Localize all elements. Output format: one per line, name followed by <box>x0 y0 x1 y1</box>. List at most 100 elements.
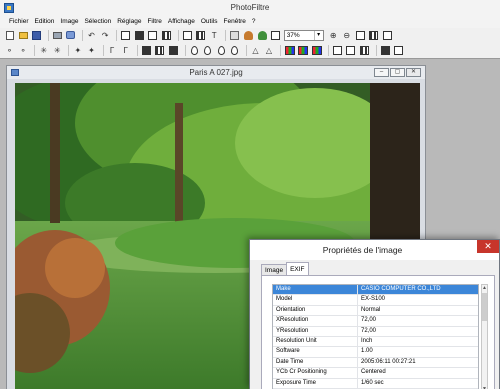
exif-key: Orientation <box>273 305 358 316</box>
fullscreen-icon[interactable] <box>382 30 393 41</box>
auto-level-icon[interactable]: ⚬ <box>4 45 15 56</box>
table-row[interactable]: Date Time 2005:06:11 00:27:21 <box>273 357 478 369</box>
table-row[interactable]: Resolution Unit Inch <box>273 336 478 348</box>
dialog-title-bar[interactable]: Propriétés de l'image ✕ <box>250 240 499 260</box>
gamma-icon[interactable] <box>141 45 152 56</box>
save-disk-icon[interactable] <box>31 30 42 41</box>
copy-icon[interactable] <box>161 30 172 41</box>
table-row[interactable]: YCb Cr Positioning Centered <box>273 368 478 379</box>
soften-icon[interactable]: △ <box>264 45 275 56</box>
table-row[interactable]: Exposure Time 1/60 sec <box>273 378 478 389</box>
exif-value: 1.00 <box>361 348 373 355</box>
resize-icon[interactable] <box>380 45 391 56</box>
menu-help[interactable]: ? <box>249 16 259 28</box>
zoom-value: 37% <box>286 31 300 39</box>
sharpen-more-icon[interactable] <box>229 45 240 56</box>
exif-value: 1/60 sec <box>361 379 384 386</box>
fill-dark-icon[interactable] <box>134 30 145 41</box>
table-row[interactable]: YResolution 72,00 <box>273 326 478 337</box>
table-row[interactable]: Orientation Normal <box>273 305 478 317</box>
automation-icon[interactable] <box>229 30 240 41</box>
canvas-size-icon[interactable] <box>393 45 404 56</box>
chevron-down-icon[interactable]: ▾ <box>313 30 323 40</box>
toolbar-separator <box>81 29 83 41</box>
menu-filtre[interactable]: Filtre <box>144 16 164 28</box>
menu-outils[interactable]: Outils <box>198 16 221 28</box>
open-folder-icon[interactable] <box>18 30 29 41</box>
redo-icon[interactable]: ↷ <box>100 30 111 41</box>
contrast-down-icon[interactable]: ✦ <box>86 45 97 56</box>
rotate-icon[interactable] <box>359 45 370 56</box>
frame-icon[interactable] <box>270 30 281 41</box>
brightness-up-icon[interactable]: ✳ <box>38 45 49 56</box>
menu-fichier[interactable]: Fichier <box>6 16 32 28</box>
text-tool-icon[interactable]: T <box>209 30 220 41</box>
filter-toolbar: ⚬ ⚬ ✳ ✳ ✦ ✦ Γ Γ △ △ <box>0 43 500 57</box>
auto-contrast-icon[interactable]: ⚬ <box>18 45 29 56</box>
menu-selection[interactable]: Sélection <box>81 16 114 28</box>
tab-image[interactable]: Image <box>261 264 288 275</box>
exif-value: 72,00 <box>361 327 377 334</box>
zoom-select[interactable]: 37% ▾ <box>283 29 324 41</box>
toolbar-separator <box>34 44 36 56</box>
menu-edition[interactable]: Edition <box>32 16 58 28</box>
exif-value: 72,00 <box>361 317 377 324</box>
document-title-bar[interactable]: Paris A 027.jpg – ▢ ✕ <box>7 66 425 79</box>
zoom-out-icon[interactable]: ⊖ <box>341 30 352 41</box>
table-row[interactable]: Make CASIO COMPUTER CO.,LTD <box>273 285 478 296</box>
flip-vertical-icon[interactable] <box>345 45 356 56</box>
menu-fenetre[interactable]: Fenêtre <box>221 16 249 28</box>
scan-icon[interactable] <box>65 30 76 41</box>
blur-more-icon[interactable] <box>202 45 213 56</box>
hue-icon[interactable] <box>298 45 309 56</box>
saturation-down-icon[interactable]: Γ <box>120 45 131 56</box>
crop-icon[interactable] <box>195 30 206 41</box>
exif-key: Resolution Unit <box>273 336 358 347</box>
color-balance-icon[interactable] <box>284 45 295 56</box>
table-row[interactable]: Model EX-S100 <box>273 295 478 306</box>
menu-image[interactable]: Image <box>57 16 81 28</box>
menu-affichage[interactable]: Affichage <box>165 16 198 28</box>
scroll-up-arrow-icon[interactable]: ▲ <box>482 285 487 292</box>
blur-icon[interactable] <box>189 45 200 56</box>
actual-size-icon[interactable] <box>355 30 366 41</box>
exif-value: Inch <box>361 337 373 344</box>
plugin-icon[interactable] <box>243 30 254 41</box>
exif-value: Normal <box>361 306 381 313</box>
close-button[interactable]: ✕ <box>406 68 421 77</box>
image-tree-icon[interactable] <box>257 30 268 41</box>
toolbar-separator <box>375 44 377 56</box>
contrast-up-icon[interactable]: ✦ <box>72 45 83 56</box>
toolbar-separator <box>327 44 329 56</box>
toolbar-separator <box>245 44 247 56</box>
maximize-button[interactable]: ▢ <box>390 68 405 77</box>
sepia-icon[interactable] <box>168 45 179 56</box>
exif-value: 2005:06:11 00:27:21 <box>361 358 416 365</box>
grayscale-icon[interactable] <box>154 45 165 56</box>
fill-white-icon[interactable] <box>120 30 131 41</box>
exif-key: Date Time <box>273 357 358 368</box>
brightness-down-icon[interactable]: ✳ <box>52 45 63 56</box>
tab-exif[interactable]: EXIF <box>286 262 309 275</box>
toolbar-separator <box>225 29 227 41</box>
new-file-icon[interactable] <box>4 30 15 41</box>
layer-icon[interactable] <box>182 30 193 41</box>
fit-window-icon[interactable] <box>368 30 379 41</box>
paste-icon[interactable] <box>147 30 158 41</box>
saturation-up-icon[interactable]: Γ <box>107 45 118 56</box>
noise-icon[interactable]: △ <box>250 45 261 56</box>
rgb-icon[interactable] <box>311 45 322 56</box>
table-row[interactable]: XResolution 72,00 <box>273 316 478 327</box>
zoom-in-icon[interactable]: ⊕ <box>328 30 339 41</box>
scroll-thumb[interactable] <box>482 293 487 321</box>
undo-icon[interactable]: ↶ <box>86 30 97 41</box>
print-icon[interactable] <box>52 30 63 41</box>
sharpen-icon[interactable] <box>216 45 227 56</box>
menu-reglage[interactable]: Réglage <box>114 16 144 28</box>
exif-scrollbar[interactable]: ▲ ▼ <box>481 284 488 389</box>
exif-table: Make CASIO COMPUTER CO.,LTD Model EX-S10… <box>272 284 479 389</box>
dialog-close-button[interactable]: ✕ <box>477 240 499 253</box>
table-row[interactable]: Software 1.00 <box>273 347 478 358</box>
minimize-button[interactable]: – <box>374 68 389 77</box>
flip-horizontal-icon[interactable] <box>332 45 343 56</box>
